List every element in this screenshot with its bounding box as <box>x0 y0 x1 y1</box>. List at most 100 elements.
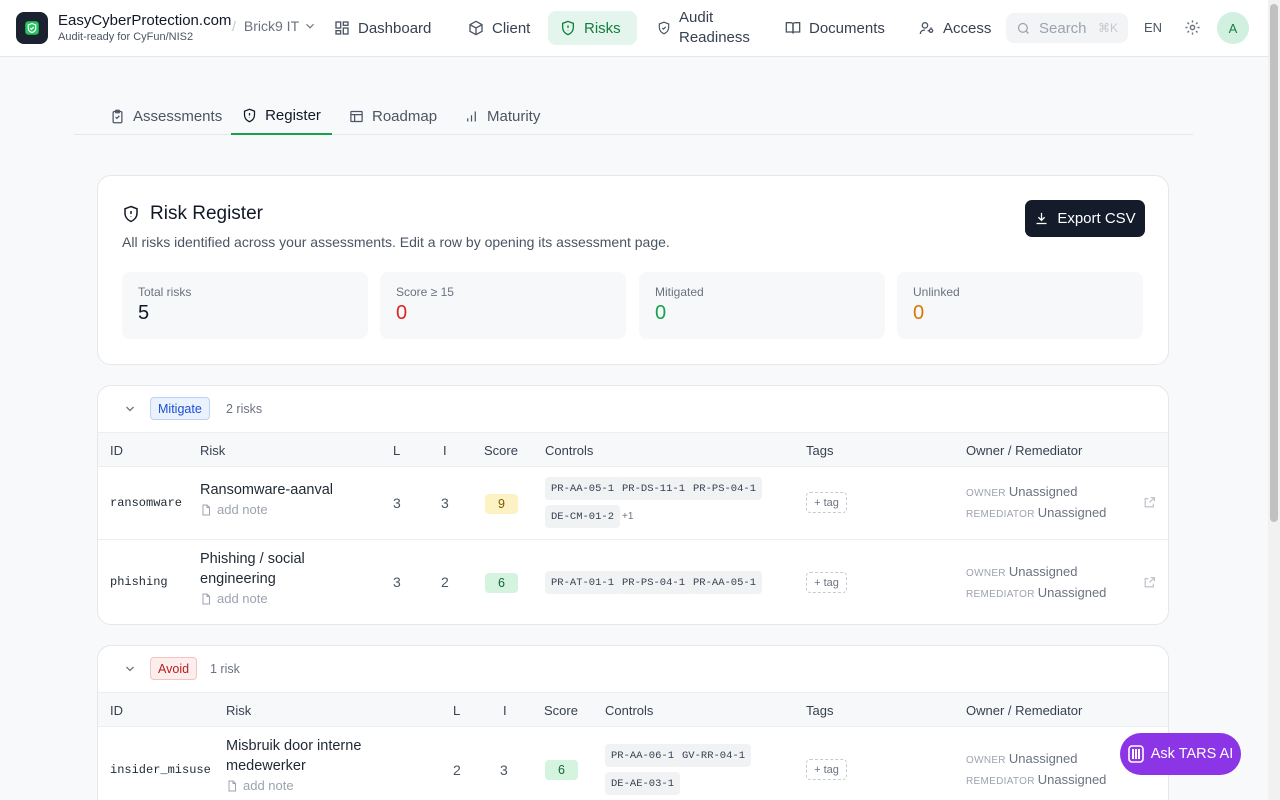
group-header[interactable]: Avoid 1 risk <box>98 646 1168 692</box>
risk-count: 2 risks <box>226 402 263 416</box>
add-note-button[interactable]: add note <box>226 778 361 793</box>
col-likelihood: L <box>393 443 401 458</box>
remediator-field[interactable]: REMEDIATOR Unassigned <box>966 772 1106 787</box>
nav-documents[interactable]: Documents <box>773 11 897 45</box>
table-row: insider_misuse Misbruik door interne med… <box>98 727 1168 800</box>
chevron-down-icon[interactable] <box>124 663 136 675</box>
stat-value: 0 <box>655 302 667 324</box>
stat-total-risks: Total risks 5 <box>122 272 368 339</box>
stat-label: Total risks <box>138 285 192 299</box>
user-key-icon <box>919 22 934 35</box>
gear-icon <box>1185 20 1200 35</box>
cube-icon <box>469 20 483 36</box>
table-row: phishing Phishing / social engineering a… <box>98 540 1168 624</box>
add-note-label: add note <box>217 502 268 517</box>
nav-audit-readiness[interactable]: Audit Readiness <box>645 6 763 50</box>
workspace-name: Brick9 IT <box>243 18 300 34</box>
col-impact: I <box>443 443 447 458</box>
settings-button[interactable] <box>1184 19 1201 41</box>
tab-roadmap[interactable]: Roadmap <box>349 97 437 135</box>
book-icon <box>785 22 801 34</box>
remediator-field[interactable]: REMEDIATOR Unassigned <box>966 505 1106 520</box>
likelihood-value: 2 <box>453 762 461 778</box>
group-header[interactable]: Mitigate 2 risks <box>98 386 1168 432</box>
tab-label: Assessments <box>133 107 223 125</box>
score-badge: 6 <box>485 573 518 593</box>
avatar[interactable]: A <box>1217 12 1249 44</box>
nav-risks[interactable]: Risks <box>548 11 637 45</box>
risk-name: Ransomware-aanval <box>200 482 333 498</box>
nav-access[interactable]: Access <box>907 11 1003 45</box>
bar-chart-icon <box>467 111 476 121</box>
risk-name: medewerker <box>226 758 306 774</box>
add-tag-button[interactable]: + tag <box>806 492 847 513</box>
external-link-icon[interactable] <box>1143 576 1156 589</box>
chevron-down-icon[interactable] <box>124 403 136 415</box>
nav-dashboard[interactable]: Dashboard <box>322 11 443 45</box>
tab-maturity[interactable]: Maturity <box>464 97 540 135</box>
control-chip[interactable]: PR-DS-11-1 <box>616 477 692 500</box>
external-link-icon[interactable] <box>1143 496 1156 509</box>
workspace-separator: / <box>232 18 236 34</box>
language-switcher[interactable]: EN <box>1144 20 1162 35</box>
control-chip[interactable]: PR-AA-06-1 <box>605 744 681 767</box>
add-note-button[interactable]: add note <box>200 591 305 606</box>
score-badge: 9 <box>485 494 518 514</box>
shield-icon <box>243 108 256 122</box>
nav-label: Documents <box>809 19 885 37</box>
likelihood-value: 3 <box>393 495 401 511</box>
owner-field[interactable]: OWNER Unassigned <box>966 751 1078 766</box>
risk-name-cell: Misbruik door interne medewerker add not… <box>226 736 361 793</box>
table-header: ID Risk L I Score Controls Tags Owner / … <box>98 432 1168 467</box>
score-badge: 6 <box>545 760 578 780</box>
app-logo[interactable] <box>16 12 48 44</box>
owner-field[interactable]: OWNER Unassigned <box>966 564 1078 579</box>
control-chip[interactable]: DE-AE-03-1 <box>605 772 681 795</box>
control-chip[interactable]: GV-RR-04-1 <box>676 744 752 767</box>
col-risk: Risk <box>200 443 226 458</box>
page-description: All risks identified across your assessm… <box>122 234 670 250</box>
nav-client[interactable]: Client <box>456 11 542 45</box>
col-risk: Risk <box>226 703 252 718</box>
stat-value: 0 <box>913 302 925 324</box>
ask-tars-ai-button[interactable]: Ask TARS AI <box>1120 733 1241 775</box>
risk-name: Misbruik door interne <box>226 738 362 754</box>
assistant-label: Ask TARS AI <box>1150 746 1234 762</box>
tab-assessments[interactable]: Assessments <box>110 97 222 135</box>
control-chip[interactable]: PR-PS-04-1 <box>616 571 692 594</box>
workspace-switcher[interactable]: / Brick9 IT <box>232 18 317 34</box>
chevron-down-icon <box>306 23 315 29</box>
risk-id: ransomware <box>110 496 183 510</box>
control-chip[interactable]: PR-AA-05-1 <box>545 477 621 500</box>
shield-alert-icon <box>124 205 138 223</box>
stat-label: Mitigated <box>655 285 704 299</box>
treatment-badge: Mitigate <box>150 397 210 420</box>
impact-value: 3 <box>441 495 449 511</box>
add-tag-button[interactable]: + tag <box>806 572 847 593</box>
tab-label: Register <box>265 106 321 124</box>
robot-icon <box>1127 745 1144 763</box>
more-controls[interactable]: +1 <box>622 511 633 522</box>
scrollbar-thumb[interactable] <box>1270 4 1278 522</box>
control-chip[interactable]: PR-AA-05-1 <box>687 571 763 594</box>
search-input[interactable]: Search ⌘K <box>1006 13 1128 43</box>
owner-field[interactable]: OWNER Unassigned <box>966 484 1078 499</box>
risk-id: insider_misuse <box>110 763 211 777</box>
col-tags: Tags <box>806 703 834 718</box>
tab-register[interactable]: Register <box>231 97 332 135</box>
control-chip[interactable]: PR-PS-04-1 <box>687 477 763 500</box>
export-label: Export CSV <box>1057 210 1136 227</box>
risk-name: engineering <box>200 571 276 587</box>
dashboard-icon <box>335 21 349 35</box>
add-tag-button[interactable]: + tag <box>806 759 847 780</box>
nav-label: Risks <box>584 19 621 37</box>
owner-key: OWNER <box>966 755 1006 766</box>
export-csv-button[interactable]: Export CSV <box>1025 200 1145 237</box>
add-note-button[interactable]: add note <box>200 502 333 517</box>
control-chip[interactable]: DE-CM-01-2 <box>545 505 621 528</box>
stat-unlinked: Unlinked 0 <box>897 272 1143 339</box>
shield-check-icon <box>25 21 39 35</box>
remediator-field[interactable]: REMEDIATOR Unassigned <box>966 585 1106 600</box>
remediator-key: REMEDIATOR <box>966 776 1035 787</box>
control-chip[interactable]: PR-AT-01-1 <box>545 571 621 594</box>
